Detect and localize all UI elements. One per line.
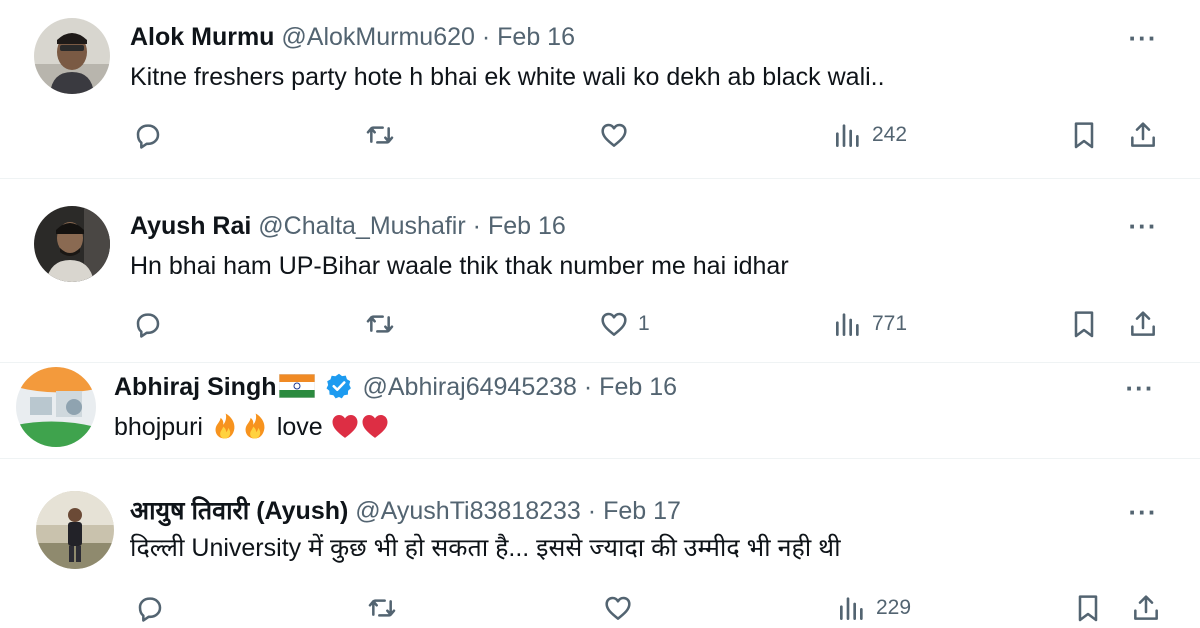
post-date[interactable]: Feb 17	[603, 497, 681, 525]
share-button[interactable]	[1127, 118, 1159, 152]
separator-dot: ·	[583, 373, 593, 401]
bar-chart-icon	[836, 313, 859, 336]
red-heart-emoji-icon	[362, 415, 388, 438]
more-options-button[interactable]: ···	[1125, 499, 1161, 525]
speech-bubble-icon	[136, 313, 160, 338]
reply-text-part: bhojpuri	[114, 413, 210, 441]
bookmark-button[interactable]	[1072, 591, 1104, 625]
display-name[interactable]: Alok Murmu	[130, 23, 274, 51]
display-name[interactable]: आयुष तिवारी (Ayush)	[130, 497, 348, 525]
view-count: 242	[872, 123, 908, 146]
reply-header: Ayush Rai @Chalta_Mushafir · Feb 16	[130, 211, 566, 241]
view-count: 771	[872, 312, 908, 335]
heart-outline-icon	[601, 312, 627, 336]
reply-header: आयुष तिवारी (Ayush) @AyushTi83818233 · F…	[130, 496, 681, 526]
more-options-button[interactable]: ···	[1125, 25, 1161, 51]
reply-text-part: love	[269, 413, 330, 441]
display-name[interactable]: Abhiraj Singh	[114, 373, 277, 401]
retweet-button[interactable]	[364, 118, 396, 152]
share-button[interactable]	[1127, 307, 1159, 341]
reply-button[interactable]	[132, 118, 164, 152]
retweet-arrows-icon	[366, 126, 394, 144]
avatar[interactable]	[34, 206, 110, 282]
reply-card[interactable]: आयुष तिवारी (Ayush) @AyushTi83818233 · F…	[0, 459, 1200, 628]
like-count: 1	[638, 312, 650, 335]
display-name[interactable]: Ayush Rai	[130, 212, 251, 240]
avatar[interactable]	[34, 18, 110, 94]
speech-bubble-icon	[136, 124, 160, 149]
user-handle[interactable]: @AyushTi83818233	[355, 497, 581, 525]
bookmark-icon	[1078, 595, 1098, 622]
more-options-button[interactable]: ···	[1125, 213, 1161, 239]
share-button[interactable]	[1130, 591, 1162, 625]
speech-bubble-icon	[138, 597, 162, 622]
views-button[interactable]: 242	[832, 118, 907, 152]
share-upload-icon	[1131, 311, 1155, 336]
reply-text: दिल्ली University में कुछ भी हो सकता है.…	[130, 534, 841, 562]
bookmark-button[interactable]	[1068, 307, 1100, 341]
bar-chart-icon	[836, 124, 859, 147]
verified-badge-icon[interactable]	[325, 372, 353, 400]
reply-card[interactable]: Ayush Rai @Chalta_Mushafir · Feb 16 ··· …	[0, 179, 1200, 362]
reply-card[interactable]: Abhiraj Singh @Abhiraj64945238 · Feb 16 ·…	[0, 363, 1200, 458]
separator-dot: ·	[481, 23, 491, 51]
retweet-button[interactable]	[366, 591, 398, 625]
heart-outline-icon	[605, 596, 631, 620]
reply-button[interactable]	[134, 591, 166, 625]
post-date[interactable]: Feb 16	[497, 23, 575, 51]
avatar[interactable]	[16, 367, 96, 447]
retweet-arrows-icon	[366, 315, 394, 333]
share-upload-icon	[1131, 122, 1155, 147]
retweet-button[interactable]	[364, 307, 396, 341]
view-count: 229	[876, 596, 912, 619]
user-handle[interactable]: @AlokMurmu620	[281, 23, 475, 51]
separator-dot: ·	[587, 497, 597, 525]
user-handle[interactable]: @Chalta_Mushafir	[258, 212, 465, 240]
bookmark-icon	[1074, 122, 1094, 149]
reply-header: Abhiraj Singh @Abhiraj64945238 · Feb 16	[114, 372, 677, 402]
reply-card[interactable]: Alok Murmu @AlokMurmu620 · Feb 16 ··· Ki…	[0, 0, 1200, 178]
reply-header: Alok Murmu @AlokMurmu620 · Feb 16	[130, 22, 575, 52]
bookmark-button[interactable]	[1068, 118, 1100, 152]
red-heart-emoji-icon	[332, 415, 358, 438]
reply-text: Kitne freshers party hote h bhai ek whit…	[130, 63, 885, 91]
heart-outline-icon	[601, 123, 627, 147]
views-button[interactable]: 229	[836, 591, 911, 625]
india-flag-icon	[278, 374, 315, 398]
more-options-button[interactable]: ···	[1122, 375, 1158, 401]
avatar[interactable]	[36, 491, 114, 569]
like-button[interactable]	[602, 591, 634, 625]
fire-emoji-icon	[215, 413, 235, 439]
user-handle[interactable]: @Abhiraj64945238	[363, 373, 577, 401]
views-button[interactable]: 771	[832, 307, 907, 341]
reply-text: bhojpuri love	[114, 411, 390, 442]
bookmark-icon	[1074, 311, 1094, 338]
reply-text: Hn bhai ham UP-Bihar waale thik thak num…	[130, 252, 789, 280]
fire-emoji-icon	[245, 413, 265, 439]
post-date[interactable]: Feb 16	[488, 212, 566, 240]
share-upload-icon	[1134, 595, 1158, 620]
separator-dot: ·	[472, 212, 481, 240]
like-button[interactable]	[598, 118, 630, 152]
reply-button[interactable]	[132, 307, 164, 341]
retweet-arrows-icon	[368, 599, 396, 617]
post-date[interactable]: Feb 16	[599, 373, 677, 401]
bar-chart-icon	[840, 597, 863, 620]
like-button[interactable]: 1	[598, 307, 650, 341]
